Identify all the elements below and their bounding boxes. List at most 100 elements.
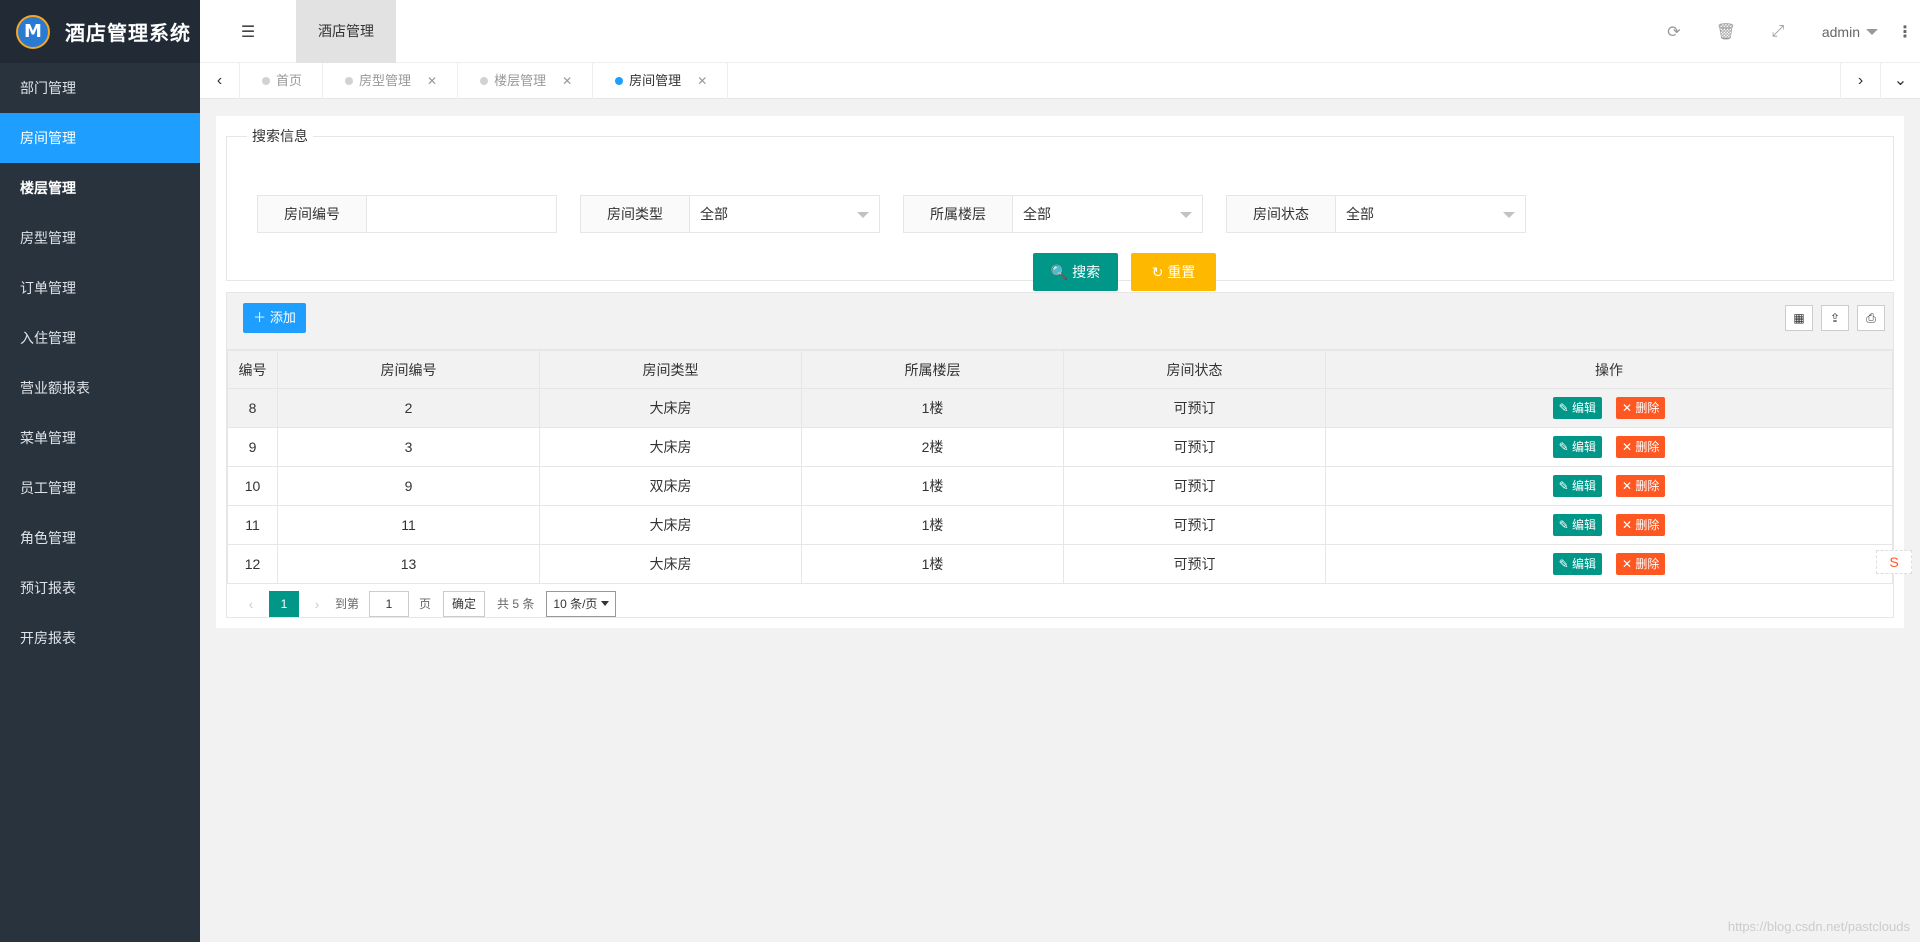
main-card: 搜索信息 房间编号 房间类型 全部 所属楼层 全部 房间状态 全部 🔍 搜索 ↻…: [216, 116, 1904, 628]
search-panel: 搜索信息 房间编号 房间类型 全部 所属楼层 全部 房间状态 全部 🔍 搜索 ↻…: [226, 126, 1894, 291]
room-number-input[interactable]: [367, 195, 557, 233]
delete-label: 删除: [1635, 557, 1660, 571]
sidebar-item-orders[interactable]: 订单管理: [0, 263, 200, 313]
page-tabs-bar: ‹ 首页 房型管理 ✕ 楼层管理 ✕ 房间管理 ✕ › ⌄: [200, 63, 1920, 99]
column-header[interactable]: 房间状态: [1063, 350, 1326, 389]
sidebar-item-floors[interactable]: 楼层管理: [0, 163, 200, 213]
tab-label: 首页: [276, 73, 303, 88]
prev-page-icon[interactable]: ‹: [239, 596, 263, 612]
cell-floor: 2楼: [801, 427, 1064, 467]
add-button[interactable]: ＋ 添加: [243, 303, 306, 333]
edit-button[interactable]: ✎ 编辑: [1552, 397, 1603, 419]
room-number-label: 房间编号: [257, 195, 367, 233]
table-row[interactable]: 8 2 大床房 1楼 可预订 ✎ 编辑 ✕ 删除: [227, 388, 1893, 428]
logo: M 酒店管理系统: [0, 0, 200, 63]
cell-room-type: 大床房: [539, 388, 802, 428]
cell-id: 9: [227, 427, 278, 467]
user-menu[interactable]: admin: [1804, 24, 1890, 40]
trash-icon[interactable]: 🗑: [1700, 22, 1752, 42]
sidebar-item-employees[interactable]: 员工管理: [0, 463, 200, 513]
room-status-label: 房间状态: [1226, 195, 1336, 233]
sidebar-item-roles[interactable]: 角色管理: [0, 513, 200, 563]
edit-label: 编辑: [1572, 557, 1597, 571]
table-row[interactable]: 10 9 双床房 1楼 可预订 ✎ 编辑 ✕ 删除: [227, 466, 1893, 506]
table-row[interactable]: 11 11 大床房 1楼 可预订 ✎ 编辑 ✕ 删除: [227, 505, 1893, 545]
cell-status: 可预订: [1063, 505, 1326, 545]
watermark: https://blog.csdn.net/pastclouds: [1727, 919, 1910, 934]
tabs-next-icon[interactable]: ›: [1840, 63, 1880, 99]
cell-actions: ✎ 编辑 ✕ 删除: [1325, 388, 1893, 428]
current-page[interactable]: 1: [269, 590, 299, 617]
sidebar-item-checkin[interactable]: 入住管理: [0, 313, 200, 363]
next-page-icon[interactable]: ›: [305, 596, 329, 612]
cell-status: 可预订: [1063, 388, 1326, 428]
reset-button[interactable]: ↻ 重置: [1131, 253, 1216, 291]
more-icon[interactable]: ⋮: [1890, 22, 1920, 42]
room-type-value: 全部: [700, 206, 728, 222]
column-header[interactable]: 房间编号: [277, 350, 540, 389]
module-tab[interactable]: 酒店管理: [296, 0, 396, 63]
column-header: 操作: [1325, 350, 1893, 389]
delete-button[interactable]: ✕ 删除: [1615, 553, 1666, 575]
delete-button[interactable]: ✕ 删除: [1615, 514, 1666, 536]
goto-confirm-button[interactable]: 确定: [443, 590, 486, 617]
sidebar-item-departments[interactable]: 部门管理: [0, 63, 200, 113]
tab-floors[interactable]: 楼层管理 ✕: [458, 63, 594, 99]
tab-home[interactable]: 首页: [240, 63, 324, 99]
pencil-icon: ✎: [1558, 557, 1569, 571]
delete-label: 删除: [1635, 401, 1660, 415]
tab-room-types[interactable]: 房型管理 ✕: [323, 63, 459, 99]
column-header[interactable]: 房间类型: [539, 350, 802, 389]
columns-icon[interactable]: ▦: [1785, 305, 1813, 331]
sidebar-item-revenue-report[interactable]: 营业额报表: [0, 363, 200, 413]
delete-button[interactable]: ✕ 删除: [1615, 475, 1666, 497]
edit-button[interactable]: ✎ 编辑: [1552, 436, 1603, 458]
delete-button[interactable]: ✕ 删除: [1615, 397, 1666, 419]
tabs-prev-icon[interactable]: ‹: [200, 63, 240, 99]
export-icon[interactable]: ⇪: [1821, 305, 1849, 331]
cell-room-type: 大床房: [539, 505, 802, 545]
table-header-row: 编号 房间编号 房间类型 所属楼层 房间状态 操作: [227, 350, 1893, 389]
sidebar-item-booking-report[interactable]: 预订报表: [0, 563, 200, 613]
print-icon[interactable]: ⎙: [1857, 305, 1885, 331]
edit-button[interactable]: ✎ 编辑: [1552, 514, 1603, 536]
floor-select[interactable]: 全部: [1013, 195, 1203, 233]
tab-label: 楼层管理: [494, 73, 547, 88]
room-type-label: 房间类型: [580, 195, 690, 233]
page-size-select[interactable]: 10 条/页: [546, 590, 617, 617]
room-status-select[interactable]: 全部: [1336, 195, 1526, 233]
column-header[interactable]: 编号: [227, 350, 278, 389]
delete-button[interactable]: ✕ 删除: [1615, 436, 1666, 458]
goto-page-input[interactable]: 1: [369, 590, 410, 617]
cell-room-number: 13: [277, 544, 540, 584]
refresh-icon[interactable]: ⟳: [1648, 22, 1700, 42]
close-icon[interactable]: ✕: [427, 63, 437, 99]
search-button[interactable]: 🔍 搜索: [1033, 253, 1118, 291]
table-row[interactable]: 9 3 大床房 2楼 可预订 ✎ 编辑 ✕ 删除: [227, 427, 1893, 467]
edit-button[interactable]: ✎ 编辑: [1552, 553, 1603, 575]
tab-dot-icon: [262, 77, 270, 85]
column-header[interactable]: 所属楼层: [801, 350, 1064, 389]
tabs-menu-chevron-down-icon[interactable]: ⌄: [1880, 63, 1920, 99]
close-icon[interactable]: ✕: [562, 63, 572, 99]
fullscreen-icon[interactable]: ⤢: [1752, 23, 1804, 41]
sidebar-item-room-types[interactable]: 房型管理: [0, 213, 200, 263]
menu-toggle-icon[interactable]: ☰: [238, 22, 258, 42]
cell-id: 12: [227, 544, 278, 584]
cell-id: 11: [227, 505, 278, 545]
close-icon[interactable]: ✕: [697, 63, 707, 99]
tab-rooms[interactable]: 房间管理 ✕: [593, 63, 729, 99]
pencil-icon: ✎: [1558, 518, 1569, 532]
sidebar-item-rooms[interactable]: 房间管理: [0, 113, 200, 163]
cell-room-number: 2: [277, 388, 540, 428]
edit-button[interactable]: ✎ 编辑: [1552, 475, 1603, 497]
sidebar-item-menus[interactable]: 菜单管理: [0, 413, 200, 463]
input-method-icon[interactable]: S: [1876, 550, 1912, 574]
room-type-select[interactable]: 全部: [690, 195, 880, 233]
room-table: 编号 房间编号 房间类型 所属楼层 房间状态 操作 8 2 大床房 1楼 可预订…: [227, 350, 1893, 584]
sidebar-item-room-report[interactable]: 开房报表: [0, 613, 200, 663]
tab-label: 房型管理: [359, 73, 412, 88]
cell-room-number: 11: [277, 505, 540, 545]
table-row[interactable]: 12 13 大床房 1楼 可预订 ✎ 编辑 ✕ 删除: [227, 544, 1893, 584]
edit-label: 编辑: [1572, 401, 1597, 415]
